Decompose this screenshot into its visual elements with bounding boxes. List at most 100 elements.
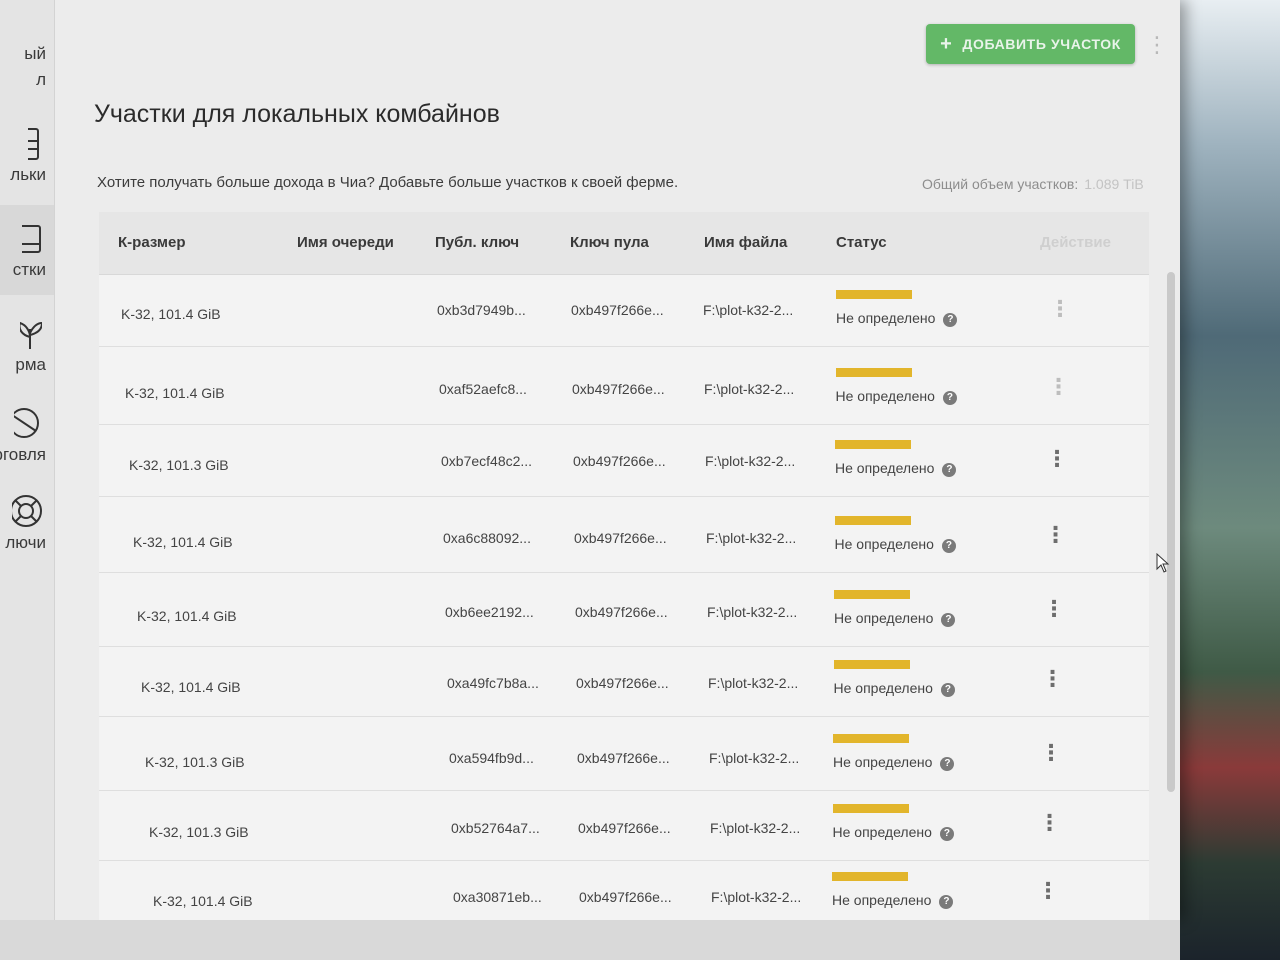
column-header-queue[interactable]: Имя очереди [297,234,394,251]
table-row[interactable]: K-32, 101.4 GiB 0xa30871eb... 0xb497f266e.… [99,856,1149,920]
sidebar-item-label: ый л [24,44,46,89]
cell-size: K-32, 101.4 GiB [153,893,253,909]
cell-filename: F:\plot-k32-2... [705,453,796,469]
cell-size: K-32, 101.3 GiB [129,457,229,473]
help-icon[interactable]: ? [940,683,955,697]
add-plot-button[interactable]: + ДОБАВИТЬ УЧАСТОК [926,24,1135,64]
cell-pool-key: 0xb497f266e... [572,381,665,397]
status-bar [833,660,910,669]
wallet-icon [6,125,42,161]
status-cell: Не определено? [836,310,958,327]
trade-icon [6,405,42,441]
help-icon[interactable]: ? [940,757,955,771]
lifebuoy-icon [6,493,42,529]
help-icon[interactable]: ? [943,313,958,327]
cell-public-key: 0xb6ee2192... [445,604,534,620]
table-row[interactable]: K-32, 101.3 GiB 0xa594fb9d... 0xb497f266e.… [99,718,1149,791]
cell-filename: F:\plot-k32-2... [710,820,801,836]
app-window: ый л льки стки рма рговля [0,0,1180,920]
cell-public-key: 0xb52764a7... [451,820,540,836]
row-actions-icon[interactable]: ⋮ [1045,524,1067,546]
status-bar [835,440,911,449]
cell-public-key: 0xaf52aefc8... [439,381,527,397]
column-header-filename[interactable]: Имя файла [704,234,787,251]
column-header-pool-key[interactable]: Ключ пула [570,234,649,251]
sidebar-item-wallet-1[interactable]: ый л [0,20,54,110]
help-icon[interactable]: ? [941,539,956,553]
status-label: Не определено [833,680,933,696]
add-plot-button-label: ДОБАВИТЬ УЧАСТОК [962,36,1121,52]
cell-filename: F:\plot-k32-2... [708,675,799,691]
cell-filename: F:\plot-k32-2... [707,604,798,620]
row-actions-icon[interactable]: ⋮ [1046,448,1068,470]
status-label: Не определено [834,610,934,626]
total-size-value: 1.089 TiB [1084,176,1144,192]
column-header-size[interactable]: К-размер [118,234,186,251]
sidebar-item-farm[interactable]: рма [0,300,54,390]
help-icon[interactable]: ? [941,613,956,627]
status-bar [834,516,911,525]
cell-pool-key: 0xb497f266e... [575,604,668,620]
cell-public-key: 0xb3d7949b... [437,302,526,318]
sidebar-item-label: лючи [5,533,46,552]
sidebar-item-label: стки [12,260,46,279]
cell-filename: F:\plot-k32-2... [709,750,800,766]
table-row[interactable]: K-32, 101.4 GiB 0xb3d7949b... 0xb497f266e.… [99,274,1149,347]
table-row[interactable]: K-32, 101.4 GiB 0xaf52aefc8... 0xb497f266e… [99,352,1149,425]
status-cell: Не определено? [835,536,956,553]
cell-pool-key: 0xb497f266e... [578,820,671,836]
sidebar-item-label: льки [10,165,46,184]
plots-table: К-размер Имя очереди Публ. ключ Ключ пул… [99,212,1149,920]
status-label: Не определено [835,460,935,476]
status-cell: Не определено? [833,754,955,771]
row-actions-icon[interactable]: ⋮ [1042,668,1064,690]
more-options-icon[interactable]: ⋮ [1146,30,1168,60]
table-row[interactable]: K-32, 101.4 GiB 0xb6ee2192... 0xb497f266e.… [99,574,1149,647]
column-header-public-key[interactable]: Публ. ключ [435,234,519,251]
sprout-icon [6,315,42,351]
monitor-bezel [0,920,1180,960]
sidebar-item-wallets[interactable]: льки [0,110,54,200]
cell-pool-key: 0xb497f266e... [576,675,669,691]
sidebar-item-label: рма [15,355,46,374]
status-bar [832,804,909,813]
table-row[interactable]: K-32, 101.4 GiB 0xa6c88092... 0xb497f266e.… [99,500,1149,573]
row-actions-icon[interactable]: ⋮ [1043,598,1065,620]
table-row[interactable]: K-32, 101.4 GiB 0xa49fc7b8a... 0xb497f266e… [99,644,1149,717]
table-header: К-размер Имя очереди Публ. ключ Ключ пул… [99,212,1149,275]
status-bar [833,734,909,743]
cell-size: K-32, 101.3 GiB [145,754,245,770]
table-row[interactable]: K-32, 101.3 GiB 0xb52764a7... 0xb497f266e.… [99,788,1149,861]
row-actions-icon[interactable]: ⋮ [1040,742,1062,764]
table-row[interactable]: K-32, 101.3 GiB 0xb7ecf48c2... 0xb497f266e… [99,424,1149,497]
status-bar [836,290,912,299]
sidebar-item-keys[interactable]: лючи [0,478,54,568]
help-icon[interactable]: ? [939,895,954,909]
status-cell: Не определено? [834,610,956,627]
status-label: Не определено [834,536,934,552]
sidebar-item-plots[interactable]: стки [0,205,54,295]
status-label: Не определено [832,892,932,908]
cell-filename: F:\plot-k32-2... [704,381,795,397]
cell-pool-key: 0xb497f266e... [574,530,667,546]
help-icon[interactable]: ? [939,827,954,841]
cell-size: K-32, 101.3 GiB [149,824,249,840]
page-subtitle: Хотите получать больше дохода в Чиа? Доб… [97,174,679,191]
row-actions-icon[interactable]: ⋮ [1049,298,1071,320]
scrollbar[interactable] [1167,272,1175,792]
row-actions-icon[interactable]: ⋮ [1048,376,1070,398]
cell-pool-key: 0xb497f266e... [573,453,666,469]
sidebar-item-trade[interactable]: рговля [0,390,54,480]
help-icon[interactable]: ? [942,391,957,405]
row-actions-icon[interactable]: ⋮ [1037,880,1059,902]
status-cell: Не определено? [835,460,957,477]
cell-public-key: 0xa594fb9d... [449,750,534,766]
column-header-status[interactable]: Статус [836,234,887,251]
cell-size: K-32, 101.4 GiB [133,534,233,550]
help-icon[interactable]: ? [942,463,957,477]
cell-pool-key: 0xb497f266e... [579,889,672,905]
cell-filename: F:\plot-k32-2... [703,302,794,318]
status-bar [834,590,910,599]
cell-pool-key: 0xb497f266e... [571,302,664,318]
row-actions-icon[interactable]: ⋮ [1039,812,1061,834]
